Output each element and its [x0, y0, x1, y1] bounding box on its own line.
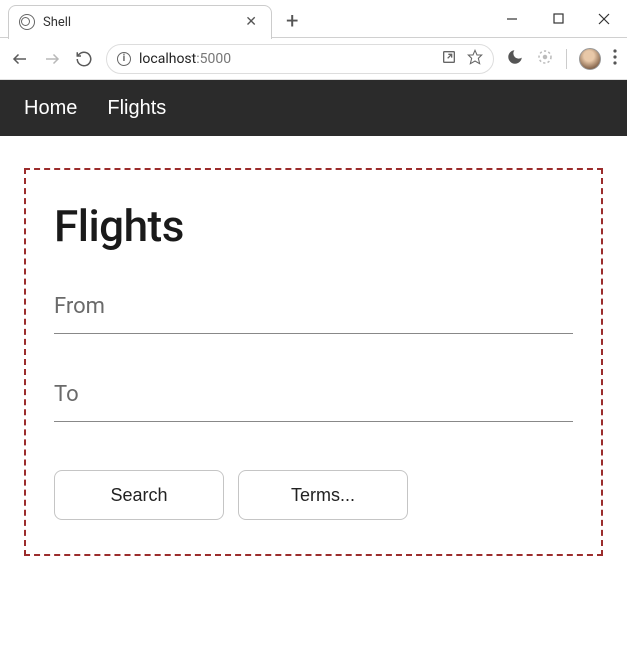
content-area: Flights From To Search Terms... [0, 136, 627, 588]
open-external-icon[interactable] [441, 49, 457, 69]
to-field: To [54, 382, 573, 428]
globe-icon [19, 14, 35, 30]
window-controls [489, 0, 627, 38]
to-label: To [54, 382, 573, 407]
button-row: Search Terms... [54, 470, 573, 520]
from-input[interactable] [54, 330, 573, 334]
close-window-button[interactable] [581, 0, 627, 38]
form-container: Flights From To Search Terms... [24, 168, 603, 556]
forward-button[interactable] [42, 49, 62, 69]
page-title: Flights [54, 200, 573, 252]
bookmark-star-icon[interactable] [467, 49, 483, 69]
close-tab-icon[interactable]: ✕ [241, 14, 261, 30]
browser-toolbar: i localhost:5000 [0, 38, 627, 80]
browser-tab[interactable]: Shell ✕ [8, 5, 272, 39]
tab-title: Shell [43, 15, 71, 30]
minimize-button[interactable] [489, 0, 535, 38]
from-field: From [54, 294, 573, 340]
site-info-icon[interactable]: i [117, 52, 131, 66]
from-label: From [54, 294, 573, 319]
to-input[interactable] [54, 418, 573, 422]
reload-button[interactable] [74, 49, 94, 69]
extension-icon[interactable] [536, 48, 554, 70]
address-bar[interactable]: i localhost:5000 [106, 44, 494, 74]
back-button[interactable] [10, 49, 30, 69]
profile-avatar[interactable] [579, 48, 601, 70]
new-tab-button[interactable]: + [286, 11, 298, 33]
terms-button[interactable]: Terms... [238, 470, 408, 520]
nav-flights[interactable]: Flights [107, 97, 166, 120]
url-host: localhost [139, 51, 196, 67]
menu-icon[interactable] [613, 49, 617, 69]
url-port: :5000 [196, 51, 231, 67]
app-navbar: Home Flights [0, 80, 627, 136]
nav-home[interactable]: Home [24, 97, 77, 120]
maximize-button[interactable] [535, 0, 581, 38]
titlebar: Shell ✕ + [0, 0, 627, 38]
toolbar-divider [566, 49, 567, 69]
search-button[interactable]: Search [54, 470, 224, 520]
dark-mode-icon[interactable] [506, 48, 524, 70]
